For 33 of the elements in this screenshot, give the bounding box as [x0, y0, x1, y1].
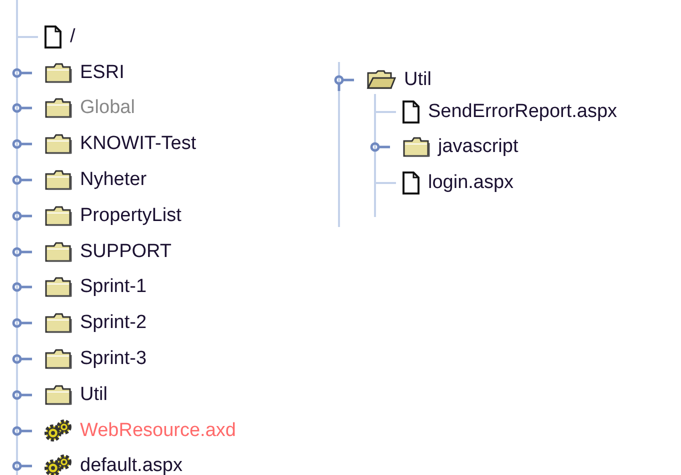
- tree-item[interactable]: Util: [404, 68, 432, 91]
- tree-item[interactable]: KNOWIT-Test: [80, 133, 196, 156]
- folder-icon: [44, 204, 72, 227]
- tree-item[interactable]: Nyheter: [80, 169, 147, 192]
- tree-item[interactable]: SUPPORT: [80, 240, 172, 263]
- folder-icon: [44, 384, 72, 406]
- folder-icon: [44, 348, 72, 370]
- tree-item[interactable]: SendErrorReport.aspx: [428, 100, 618, 123]
- document-icon: [44, 24, 62, 49]
- tree-item[interactable]: ESRI: [80, 62, 124, 84]
- tree-item[interactable]: PropertyList: [80, 204, 182, 227]
- gears-icon: [44, 418, 72, 443]
- gears-icon: [44, 454, 72, 475]
- folder-icon: [44, 97, 72, 120]
- document-icon: [402, 171, 420, 196]
- folder-icon: [44, 276, 72, 298]
- tree-item[interactable]: /: [70, 26, 76, 48]
- folder-icon: [402, 136, 430, 158]
- tree-item[interactable]: Sprint-1: [80, 276, 147, 298]
- folder-icon: [44, 312, 72, 334]
- folder-icon: [44, 133, 72, 156]
- folder-icon: [44, 169, 72, 192]
- tree-item[interactable]: javascript: [438, 136, 518, 158]
- tree-item[interactable]: Sprint-3: [80, 348, 147, 370]
- folder-icon: [44, 240, 72, 263]
- folder-icon: [44, 62, 72, 84]
- open-folder-icon: [366, 68, 396, 91]
- tree-item[interactable]: login.aspx: [428, 172, 514, 194]
- tree-item[interactable]: Util: [80, 384, 108, 406]
- tree-item[interactable]: Sprint-2: [80, 312, 147, 334]
- document-icon: [402, 100, 420, 124]
- tree-item[interactable]: Global: [80, 97, 135, 120]
- tree-item[interactable]: default.aspx: [80, 455, 182, 475]
